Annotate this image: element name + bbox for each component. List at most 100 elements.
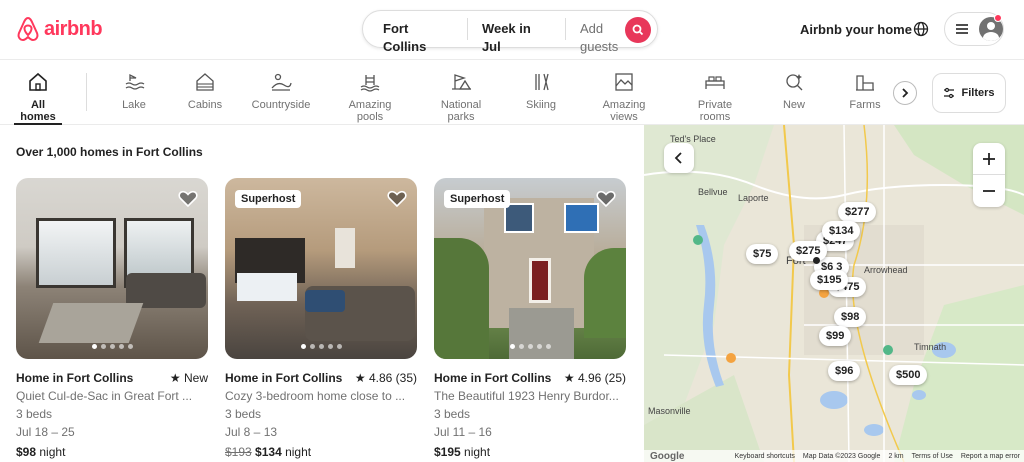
star-icon: ★ <box>169 371 181 385</box>
search-location[interactable]: Fort Collins <box>363 20 467 54</box>
view-icon <box>615 73 633 91</box>
map-collapse-button[interactable] <box>664 143 694 173</box>
price-value: $195 <box>434 445 461 459</box>
listing-title: Home in Fort Collins <box>434 371 552 385</box>
map-place-label: Arrowhead <box>864 265 908 275</box>
map-place-label: Laporte <box>738 193 769 203</box>
airbnb-your-home-link[interactable]: Airbnb your home <box>800 22 912 37</box>
categories-next-button[interactable] <box>893 81 917 105</box>
category-bar: All homes Lake Cabins Countryside Amazin… <box>0 61 1024 125</box>
superhost-badge: Superhost <box>444 190 511 208</box>
lake-icon <box>125 73 145 90</box>
map-price-pin[interactable]: $275 <box>789 241 828 261</box>
map-price-pin[interactable]: $75 <box>746 244 779 264</box>
save-heart-button[interactable] <box>596 190 616 213</box>
map-price-pin[interactable]: $500 <box>889 365 928 385</box>
filters-label: Filters <box>961 87 995 99</box>
listing-photo[interactable]: Superhost <box>225 178 417 359</box>
search-bar[interactable]: Fort Collins Week in Jul Add guests <box>362 10 658 54</box>
brand-name: airbnb <box>44 17 103 40</box>
category-private-rooms[interactable]: Private rooms <box>682 71 748 125</box>
rating-value: 4.96 (25) <box>577 371 626 385</box>
chevron-left-icon <box>674 152 682 164</box>
listing-card[interactable]: Superhost Home in Fort Collins ★ 4.86 (3… <box>225 178 417 459</box>
airbnb-logo-icon <box>17 16 39 42</box>
listing-title: Home in Fort Collins <box>16 371 134 385</box>
rating-value: 4.86 (35) <box>368 371 417 385</box>
listing-photo[interactable] <box>16 178 208 359</box>
keyboard-shortcuts-link[interactable]: Keyboard shortcuts <box>735 453 795 460</box>
star-icon: ★ <box>354 371 366 385</box>
listing-rating: ★ New <box>170 371 208 385</box>
listing-beds: 3 beds <box>434 407 471 421</box>
map[interactable]: Ted's Place Bellvue Laporte Fort Arrowhe… <box>644 125 1024 462</box>
sliders-icon <box>944 87 955 99</box>
listing-dates: Jul 18 – 25 <box>16 425 75 439</box>
map-price-pin[interactable]: $134 <box>822 221 861 241</box>
category-new[interactable]: New <box>780 71 808 125</box>
countryside-icon <box>271 73 292 91</box>
category-all-homes[interactable]: All homes <box>14 71 62 125</box>
category-cabins[interactable]: Cabins <box>183 71 227 125</box>
price-value: $134 <box>255 445 282 459</box>
listing-card[interactable]: Home in Fort Collins ★ New Quiet Cul-de-… <box>16 178 208 459</box>
map-price-pin[interactable]: $98 <box>834 307 867 327</box>
map-place-label: Masonville <box>648 406 691 416</box>
save-heart-button[interactable] <box>178 190 198 213</box>
listing-beds: 3 beds <box>225 407 262 421</box>
category-label: Amazing views <box>602 99 646 123</box>
map-zoom-control <box>973 143 1005 207</box>
category-farms[interactable]: Farms <box>848 71 882 125</box>
category-label: National parks <box>440 99 482 123</box>
listing-description: Cozy 3-bedroom home close to ... <box>225 389 406 403</box>
category-lake[interactable]: Lake <box>112 71 156 125</box>
category-skiing[interactable]: Skiing <box>522 71 560 125</box>
map-place-label: Timnath <box>914 342 947 352</box>
listing-card[interactable]: Superhost Home in Fort Collins ★ 4.96 (2… <box>434 178 626 459</box>
map-price-pin[interactable]: $277 <box>838 202 877 222</box>
category-countryside[interactable]: Countryside <box>250 71 312 125</box>
filters-button[interactable]: Filters <box>932 73 1006 113</box>
airbnb-logo[interactable]: airbnb <box>16 16 103 42</box>
category-label: All homes <box>20 99 56 123</box>
report-map-error-link[interactable]: Report a map error <box>961 453 1020 460</box>
home-icon <box>29 72 47 91</box>
private-room-icon <box>705 76 725 89</box>
category-label: Private rooms <box>697 99 733 123</box>
minus-icon <box>983 190 995 192</box>
plus-icon <box>983 152 995 165</box>
map-footer: Google Keyboard shortcuts Map Data ©2023… <box>644 450 1024 462</box>
listing-photo[interactable]: Superhost <box>434 178 626 359</box>
pool-icon <box>360 75 380 92</box>
heart-icon <box>178 190 198 208</box>
language-button[interactable] <box>912 20 930 43</box>
listing-price: $98 night <box>16 445 208 459</box>
listing-beds: 3 beds <box>16 407 53 421</box>
map-place-label: Bellvue <box>698 187 728 197</box>
map-price-pin[interactable]: $96 <box>828 361 861 381</box>
category-label: Skiing <box>526 99 556 111</box>
farm-icon <box>856 75 874 91</box>
category-amazing-views[interactable]: Amazing views <box>588 71 660 125</box>
heart-icon <box>596 190 616 208</box>
map-data-attribution: Map Data ©2023 Google <box>802 452 881 460</box>
chevron-right-icon <box>902 88 909 98</box>
search-button[interactable] <box>625 17 651 43</box>
map-price-pin[interactable]: $99 <box>819 326 852 346</box>
photo-dots <box>225 344 417 349</box>
listing-price: $193 $134 night <box>225 445 417 459</box>
hamburger-icon <box>956 24 968 34</box>
national-park-icon <box>452 74 472 90</box>
search-dates[interactable]: Week in Jul <box>468 20 565 54</box>
listing-description: Quiet Cul-de-Sac in Great Fort ... <box>16 389 193 403</box>
category-label: Farms <box>849 99 881 111</box>
zoom-in-button[interactable] <box>973 143 1005 175</box>
terms-link[interactable]: Terms of Use <box>912 453 953 460</box>
original-price: $193 <box>225 445 252 459</box>
save-heart-button[interactable] <box>387 190 407 213</box>
category-label: Cabins <box>187 99 223 111</box>
category-national-parks[interactable]: National parks <box>426 71 496 125</box>
zoom-out-button[interactable] <box>973 175 1005 207</box>
category-amazing-pools[interactable]: Amazing pools <box>334 71 406 125</box>
map-price-pin[interactable]: $195 <box>810 270 849 290</box>
